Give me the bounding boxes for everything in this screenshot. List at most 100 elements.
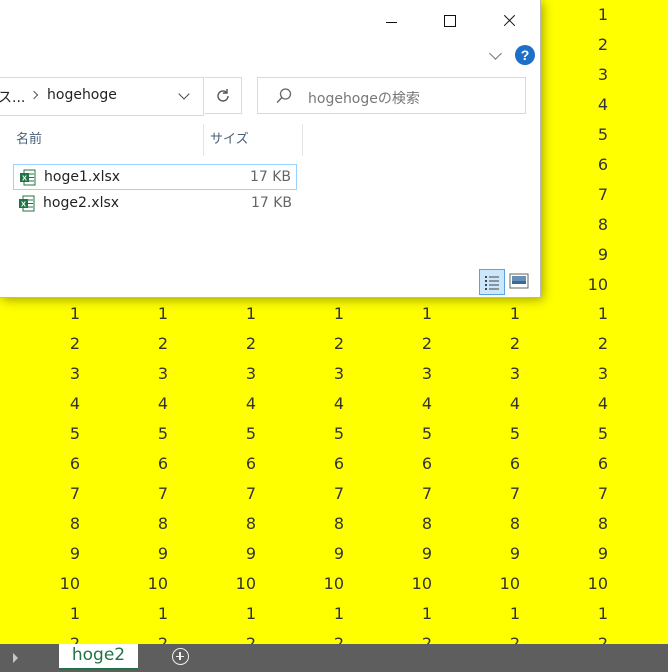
- cell[interactable]: 8: [284, 509, 344, 539]
- cell[interactable]: 6: [108, 449, 168, 479]
- refresh-button[interactable]: [205, 77, 242, 114]
- cell[interactable]: 1: [372, 599, 432, 629]
- cell[interactable]: 2: [284, 329, 344, 359]
- file-row-hoge1[interactable]: X hoge1.xlsx 17 KB: [13, 164, 297, 190]
- cell[interactable]: 1: [20, 599, 80, 629]
- cell[interactable]: 3: [284, 359, 344, 389]
- cell[interactable]: 1: [196, 599, 256, 629]
- close-button[interactable]: [486, 4, 532, 38]
- cell[interactable]: 9: [548, 240, 608, 270]
- cell[interactable]: 10: [460, 569, 520, 599]
- cell[interactable]: 6: [548, 150, 608, 180]
- cell[interactable]: 10: [196, 569, 256, 599]
- cell[interactable]: 6: [460, 449, 520, 479]
- cell[interactable]: 1: [548, 599, 608, 629]
- cell[interactable]: 6: [548, 449, 608, 479]
- cell[interactable]: 7: [108, 479, 168, 509]
- cell[interactable]: 5: [548, 419, 608, 449]
- help-button[interactable]: ?: [515, 45, 535, 65]
- cell[interactable]: 8: [20, 509, 80, 539]
- minimize-button[interactable]: [368, 4, 414, 38]
- cell[interactable]: 9: [284, 539, 344, 569]
- cell[interactable]: 1: [196, 299, 256, 329]
- cell[interactable]: 2: [460, 329, 520, 359]
- cell[interactable]: 2: [548, 329, 608, 359]
- cell[interactable]: 2: [20, 329, 80, 359]
- large-icons-view-button[interactable]: [509, 272, 529, 290]
- cell[interactable]: 8: [548, 509, 608, 539]
- cell[interactable]: 6: [284, 449, 344, 479]
- cell[interactable]: 4: [20, 389, 80, 419]
- cell[interactable]: 3: [196, 359, 256, 389]
- cell[interactable]: 3: [548, 60, 608, 90]
- cell[interactable]: 5: [372, 419, 432, 449]
- cell[interactable]: 1: [548, 299, 608, 329]
- cell[interactable]: 1: [460, 599, 520, 629]
- cell[interactable]: 3: [20, 359, 80, 389]
- cell[interactable]: 4: [196, 389, 256, 419]
- cell[interactable]: 10: [548, 569, 608, 599]
- column-divider[interactable]: [302, 124, 303, 156]
- cell[interactable]: 8: [372, 509, 432, 539]
- cell[interactable]: 5: [108, 419, 168, 449]
- breadcrumb-current[interactable]: hogehoge: [47, 87, 117, 103]
- cell[interactable]: 3: [460, 359, 520, 389]
- column-divider[interactable]: [203, 124, 204, 156]
- cell[interactable]: 4: [372, 389, 432, 419]
- cell[interactable]: 9: [548, 539, 608, 569]
- cell[interactable]: 10: [108, 569, 168, 599]
- cell[interactable]: 1: [284, 599, 344, 629]
- cell[interactable]: 8: [108, 509, 168, 539]
- cell[interactable]: 9: [460, 539, 520, 569]
- cell[interactable]: 7: [460, 479, 520, 509]
- cell[interactable]: 6: [372, 449, 432, 479]
- address-bar[interactable]: ス... hogehoge: [0, 77, 204, 116]
- cell[interactable]: 4: [548, 90, 608, 120]
- cell[interactable]: 9: [196, 539, 256, 569]
- cell[interactable]: 1: [20, 299, 80, 329]
- cell[interactable]: 1: [548, 0, 608, 30]
- cell[interactable]: 7: [548, 180, 608, 210]
- cell[interactable]: 2: [372, 329, 432, 359]
- cell[interactable]: 5: [196, 419, 256, 449]
- cell[interactable]: 6: [196, 449, 256, 479]
- cell[interactable]: 1: [108, 599, 168, 629]
- cell[interactable]: 7: [372, 479, 432, 509]
- cell[interactable]: 10: [548, 270, 608, 300]
- cell[interactable]: 4: [284, 389, 344, 419]
- cell[interactable]: 7: [20, 479, 80, 509]
- cell[interactable]: 3: [548, 359, 608, 389]
- expand-ribbon-chevron-icon[interactable]: [489, 47, 502, 60]
- cell[interactable]: 4: [548, 389, 608, 419]
- cell[interactable]: 4: [108, 389, 168, 419]
- cell[interactable]: 2: [548, 30, 608, 60]
- maximize-button[interactable]: [427, 4, 473, 38]
- breadcrumb-prefix[interactable]: ス...: [0, 87, 25, 107]
- cell[interactable]: 9: [20, 539, 80, 569]
- cell[interactable]: 7: [548, 479, 608, 509]
- cell[interactable]: 7: [196, 479, 256, 509]
- sheet-tab-hoge2[interactable]: hoge2: [59, 644, 138, 670]
- file-row-hoge2[interactable]: X hoge2.xlsx 17 KB: [13, 191, 297, 217]
- cell[interactable]: 5: [460, 419, 520, 449]
- cell[interactable]: 7: [284, 479, 344, 509]
- cell[interactable]: 10: [20, 569, 80, 599]
- cell[interactable]: 4: [460, 389, 520, 419]
- cell[interactable]: 1: [108, 299, 168, 329]
- cell[interactable]: 8: [548, 210, 608, 240]
- cell[interactable]: 5: [20, 419, 80, 449]
- cell[interactable]: 1: [460, 299, 520, 329]
- cell[interactable]: 5: [548, 120, 608, 150]
- cell[interactable]: 3: [108, 359, 168, 389]
- cell[interactable]: 6: [20, 449, 80, 479]
- column-header-size[interactable]: サイズ: [210, 124, 249, 156]
- cell[interactable]: 1: [372, 299, 432, 329]
- cell[interactable]: 8: [196, 509, 256, 539]
- cell[interactable]: 9: [108, 539, 168, 569]
- add-sheet-icon[interactable]: [172, 648, 189, 665]
- cell[interactable]: 2: [196, 329, 256, 359]
- cell[interactable]: 5: [284, 419, 344, 449]
- cell[interactable]: 10: [284, 569, 344, 599]
- details-view-button[interactable]: [479, 269, 505, 295]
- cell[interactable]: 9: [372, 539, 432, 569]
